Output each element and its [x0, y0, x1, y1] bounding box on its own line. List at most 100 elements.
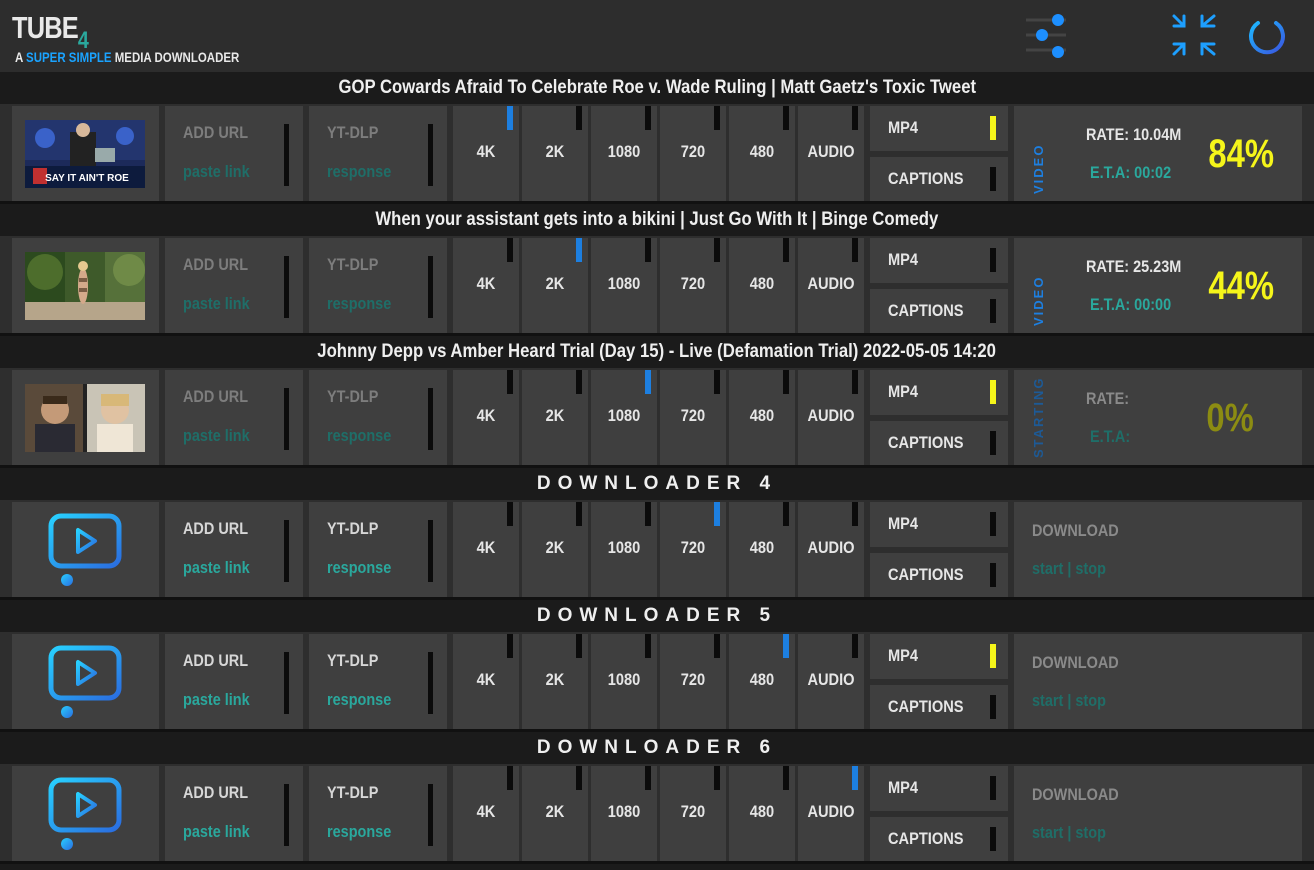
status-state-label: STARTING [1031, 376, 1046, 458]
minimize-arrows-icon[interactable] [1170, 10, 1218, 60]
resolution-1080-button[interactable]: 1080 [591, 238, 657, 334]
mp4-toggle[interactable]: MP4 [870, 238, 1008, 283]
ytdlp-indicator [428, 256, 433, 318]
download-rate: RATE: 10.04M [1086, 125, 1182, 144]
resolution-4k-button[interactable]: 4K [453, 370, 519, 466]
ytdlp-button[interactable]: YT-DLP response [309, 238, 447, 334]
resolution-2k-button[interactable]: 2K [522, 106, 588, 202]
resolution-2k-button[interactable]: 2K [522, 634, 588, 730]
resolution-indicator [714, 106, 720, 130]
resolution-indicator [645, 634, 651, 658]
resolution-audio-button[interactable]: AUDIO [798, 238, 864, 334]
resolution-label: 2K [545, 670, 565, 689]
resolution-4k-button[interactable]: 4K [453, 766, 519, 862]
resolution-1080-button[interactable]: 1080 [591, 370, 657, 466]
ytdlp-button[interactable]: YT-DLP response [309, 370, 447, 466]
resolution-480-button[interactable]: 480 [729, 106, 795, 202]
resolution-480-button[interactable]: 480 [729, 502, 795, 598]
resolution-1080-button[interactable]: 1080 [591, 766, 657, 862]
video-player-icon [45, 644, 125, 720]
captions-toggle[interactable]: CAPTIONS [870, 421, 1008, 466]
start-stop-link[interactable]: start | stop [1032, 823, 1106, 843]
app-subtitle: A SUPER SIMPLE MEDIA DOWNLOADER [15, 49, 239, 65]
add-url-button[interactable]: ADD URL paste link [165, 106, 303, 202]
resolution-audio-button[interactable]: AUDIO [798, 502, 864, 598]
app-header: TUBE4 A SUPER SIMPLE MEDIA DOWNLOADER [0, 0, 1314, 72]
resolution-2k-button[interactable]: 2K [522, 766, 588, 862]
resolution-indicator [783, 370, 789, 394]
resolution-audio-button[interactable]: AUDIO [798, 766, 864, 862]
resolution-indicator [576, 370, 582, 394]
response-label: response [327, 822, 392, 841]
resolution-720-button[interactable]: 720 [660, 502, 726, 598]
power-icon[interactable] [1242, 10, 1292, 60]
resolution-480-button[interactable]: 480 [729, 238, 795, 334]
resolution-indicator [507, 106, 513, 130]
captions-toggle[interactable]: CAPTIONS [870, 157, 1008, 202]
resolution-label: 1080 [607, 670, 641, 689]
captions-toggle[interactable]: CAPTIONS [870, 553, 1008, 598]
resolution-audio-button[interactable]: AUDIO [798, 634, 864, 730]
resolution-1080-button[interactable]: 1080 [591, 634, 657, 730]
resolution-720-button[interactable]: 720 [660, 634, 726, 730]
ytdlp-label: YT-DLP [327, 255, 379, 274]
resolution-label: 480 [749, 142, 775, 161]
captions-toggle[interactable]: CAPTIONS [870, 289, 1008, 334]
captions-toggle[interactable]: CAPTIONS [870, 685, 1008, 730]
resolution-480-button[interactable]: 480 [729, 370, 795, 466]
add-url-button[interactable]: ADD URL paste link [165, 634, 303, 730]
resolution-2k-button[interactable]: 2K [522, 238, 588, 334]
downloader-row: ADD URL paste link YT-DLP response 4K 2K… [0, 236, 1314, 336]
add-url-label: ADD URL [183, 651, 249, 670]
mp4-toggle[interactable]: MP4 [870, 370, 1008, 415]
start-stop-link[interactable]: start | stop [1032, 691, 1106, 711]
resolution-audio-button[interactable]: AUDIO [798, 370, 864, 466]
resolution-720-button[interactable]: 720 [660, 370, 726, 466]
add-url-label: ADD URL [183, 783, 249, 802]
resolution-720-button[interactable]: 720 [660, 766, 726, 862]
add-url-button[interactable]: ADD URL paste link [165, 238, 303, 334]
resolution-4k-button[interactable]: 4K [453, 502, 519, 598]
resolution-4k-button[interactable]: 4K [453, 634, 519, 730]
resolution-audio-button[interactable]: AUDIO [798, 106, 864, 202]
add-url-button[interactable]: ADD URL paste link [165, 370, 303, 466]
resolution-2k-button[interactable]: 2K [522, 502, 588, 598]
mp4-toggle[interactable]: MP4 [870, 502, 1008, 547]
downloader-title-text: DOWNLOADER 4 [536, 473, 778, 494]
resolution-720-button[interactable]: 720 [660, 106, 726, 202]
resolution-2k-button[interactable]: 2K [522, 370, 588, 466]
captions-toggle[interactable]: CAPTIONS [870, 817, 1008, 862]
settings-sliders-icon[interactable] [1022, 10, 1070, 60]
ytdlp-label: YT-DLP [327, 651, 379, 670]
resolution-label: 720 [680, 274, 706, 293]
resolution-indicator [507, 766, 513, 790]
resolution-480-button[interactable]: 480 [729, 634, 795, 730]
mp4-toggle[interactable]: MP4 [870, 106, 1008, 151]
ytdlp-button[interactable]: YT-DLP response [309, 106, 447, 202]
add-url-indicator [284, 520, 289, 582]
subtitle-prefix: A [15, 49, 23, 65]
add-url-button[interactable]: ADD URL paste link [165, 766, 303, 862]
download-control[interactable]: DOWNLOAD start | stop [1014, 766, 1302, 862]
ytdlp-button[interactable]: YT-DLP response [309, 634, 447, 730]
resolution-720-button[interactable]: 720 [660, 238, 726, 334]
resolution-480-button[interactable]: 480 [729, 766, 795, 862]
mp4-toggle[interactable]: MP4 [870, 634, 1008, 679]
download-control[interactable]: DOWNLOAD start | stop [1014, 634, 1302, 730]
resolution-4k-button[interactable]: 4K [453, 238, 519, 334]
mp4-indicator [990, 644, 996, 668]
resolution-1080-button[interactable]: 1080 [591, 106, 657, 202]
add-url-button[interactable]: ADD URL paste link [165, 502, 303, 598]
resolution-label: AUDIO [807, 142, 855, 161]
mp4-toggle[interactable]: MP4 [870, 766, 1008, 811]
ytdlp-button[interactable]: YT-DLP response [309, 766, 447, 862]
start-stop-link[interactable]: start | stop [1032, 559, 1106, 579]
resolution-indicator [714, 238, 720, 262]
resolution-1080-button[interactable]: 1080 [591, 502, 657, 598]
resolution-label: 2K [545, 538, 565, 557]
download-control[interactable]: DOWNLOAD start | stop [1014, 502, 1302, 598]
resolution-label: 4K [476, 670, 496, 689]
ytdlp-button[interactable]: YT-DLP response [309, 502, 447, 598]
resolution-indicator [783, 766, 789, 790]
resolution-4k-button[interactable]: 4K [453, 106, 519, 202]
